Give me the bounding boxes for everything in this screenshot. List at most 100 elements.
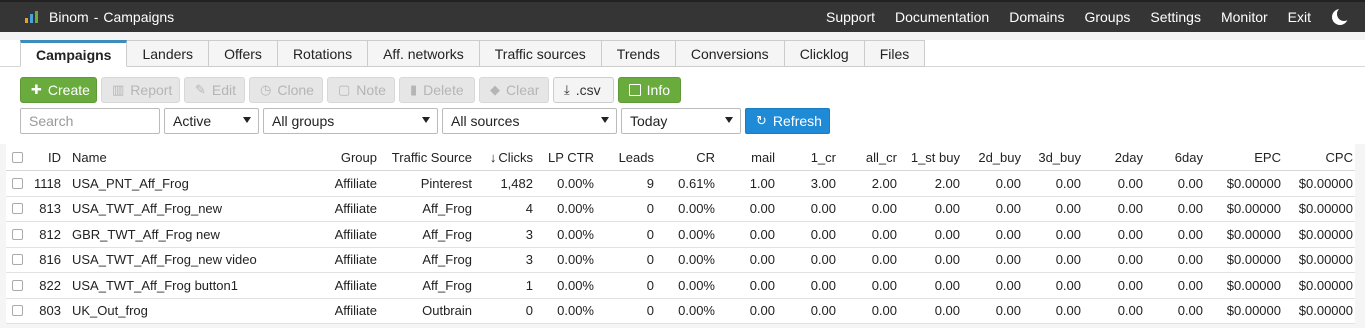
cell-name[interactable]: USA_TWT_Aff_Frog_new [72,197,322,222]
refresh-button[interactable]: ↻ Refresh [745,108,830,134]
cell-name[interactable]: USA_PNT_Aff_Frog [72,171,322,196]
cell-3d-buy: 0.00 [1055,175,1081,191]
nav-monitor[interactable]: Monitor [1221,9,1268,25]
tab-conversions[interactable]: Conversions [675,40,785,67]
clear-button[interactable]: ◆ Clear [479,77,549,103]
tab-rotations[interactable]: Rotations [277,40,369,67]
group-select[interactable]: All groups [263,108,438,134]
info-button[interactable]: Info [618,77,681,103]
delete-button[interactable]: ▮ Delete [399,77,475,103]
column-header-2day[interactable]: 2day [1083,144,1143,170]
select-all-checkbox[interactable] [12,151,23,163]
row-checkbox-cell[interactable] [12,171,26,196]
create-button[interactable]: ✚ Create [20,77,97,103]
brand[interactable]: Binom - Campaigns [25,2,174,32]
cell-6day: 0.00 [1177,226,1203,242]
select-all-checkbox-cell[interactable] [12,144,26,170]
row-checkbox-cell[interactable] [12,299,26,324]
column-header-clicks[interactable]: ↓ Clicks [476,144,533,170]
top-bar: Binom - Campaigns Support Documentation Do… [0,0,1365,32]
nav-groups[interactable]: Groups [1084,9,1130,25]
row-checkbox[interactable] [12,305,23,317]
row-checkbox-cell[interactable] [12,273,26,298]
column-header-mail[interactable]: mail [718,144,775,170]
cell-clicks: 3 [525,252,533,268]
search-input[interactable]: Search [20,108,160,134]
filter-bar: Search Active All groups All sources Tod… [20,108,830,134]
row-checkbox[interactable] [12,203,23,215]
cell-traffic-source: Aff_Frog [422,277,472,293]
row-checkbox[interactable] [12,228,23,240]
tab-landers[interactable]: Landers [127,40,210,67]
clone-button[interactable]: ◷ Clone [249,77,323,103]
chart-icon: ▥ [112,82,125,97]
cell-name[interactable]: USA_TWT_Aff_Frog button1 [72,273,322,298]
column-label: 2d_buy [978,149,1021,165]
column-header-epc[interactable]: EPC [1202,144,1281,170]
column-header-all-cr[interactable]: all_cr [839,144,897,170]
column-header-1-cr[interactable]: 1_cr [779,144,836,170]
cell-name[interactable]: USA_TWT_Aff_Frog_new video [72,248,322,273]
row-checkbox[interactable] [12,177,23,189]
tab-trends[interactable]: Trends [601,40,676,67]
column-header-1-st-buy[interactable]: 1_st buy [900,144,960,170]
column-header-leads[interactable]: Leads [598,144,654,170]
table-row[interactable]: 813 USA_TWT_Aff_Frog_new Affiliate Aff_Frog… [6,196,1355,222]
tab-files[interactable]: Files [864,40,926,67]
column-header-6day[interactable]: 6day [1143,144,1203,170]
cell-group: Affiliate [334,175,377,191]
row-checkbox[interactable] [12,254,23,266]
table-row[interactable]: 822 USA_TWT_Aff_Frog button1 Affiliate Aff_… [6,273,1355,299]
nav-exit[interactable]: Exit [1288,9,1311,25]
column-header-traffic-source[interactable]: Traffic Source [386,144,472,170]
cell-6day: 0.00 [1177,175,1203,191]
note-button[interactable]: ▢ Note [327,77,395,103]
tab-clicklog[interactable]: Clicklog [784,40,865,67]
tab-offers[interactable]: Offers [209,40,278,67]
column-header-cpc[interactable]: CPC [1282,144,1353,170]
nav-domains[interactable]: Domains [1009,9,1064,25]
table-row[interactable]: 816 USA_TWT_Aff_Frog_new video Affiliate Af… [6,247,1355,273]
nav-documentation[interactable]: Documentation [895,9,989,25]
row-checkbox-cell[interactable] [12,222,26,247]
source-select[interactable]: All sources [442,108,617,134]
caret-down-icon [601,117,609,123]
cell-epc: $0.00000 [1226,201,1281,217]
cell-epc: $0.00000 [1226,252,1281,268]
column-header-group[interactable]: Group [316,144,377,170]
report-button[interactable]: ▥ Report [101,77,180,103]
edit-button[interactable]: ✎ Edit [184,77,245,103]
cell-6day: 0.00 [1177,303,1203,319]
column-header-name[interactable]: Name [72,144,322,170]
cell-name[interactable]: UK_Out_frog [72,299,322,324]
nav-settings[interactable]: Settings [1150,9,1201,25]
top-nav: Support Documentation Domains Groups Set… [826,2,1365,32]
column-header-cr[interactable]: CR [658,144,715,170]
row-checkbox-cell[interactable] [12,248,26,273]
moon-icon[interactable] [1329,6,1351,28]
cell-name[interactable]: GBR_TWT_Aff_Frog new [72,222,322,247]
group-value: All groups [272,113,335,129]
cell-all-cr: 0.00 [871,277,897,293]
csv-export-button[interactable]: ⤓ .csv [553,77,614,103]
table-row[interactable]: 1118 USA_PNT_Aff_Frog Affiliate Pinterest 1,… [6,171,1355,197]
cell-cr: 0.61% [678,175,715,191]
cell-cpc: $0.00000 [1298,303,1353,319]
cell-1-st-buy: 0.00 [934,252,960,268]
table-row[interactable]: 803 UK_Out_frog Affiliate Outbrain 0 0.00% 0 0.… [6,298,1355,324]
column-header-lp-ctr[interactable]: LP CTR [538,144,594,170]
cell-clicks: 4 [525,201,533,217]
column-header-2d-buy[interactable]: 2d_buy [961,144,1021,170]
status-select[interactable]: Active [164,108,259,134]
tab-campaigns[interactable]: Campaigns [20,40,128,67]
column-header-id[interactable]: ID [30,144,61,170]
tab-traffic-sources[interactable]: Traffic sources [479,40,602,67]
column-header-3d-buy[interactable]: 3d_buy [1021,144,1081,170]
table-row[interactable]: 812 GBR_TWT_Aff_Frog new Affiliate Aff_Frog… [6,222,1355,248]
cell-cr: 0.00% [678,277,715,293]
nav-support[interactable]: Support [826,9,875,25]
tab-aff-networks[interactable]: Aff. networks [368,40,480,67]
row-checkbox[interactable] [12,279,23,291]
period-select[interactable]: Today [621,108,741,134]
row-checkbox-cell[interactable] [12,197,26,222]
